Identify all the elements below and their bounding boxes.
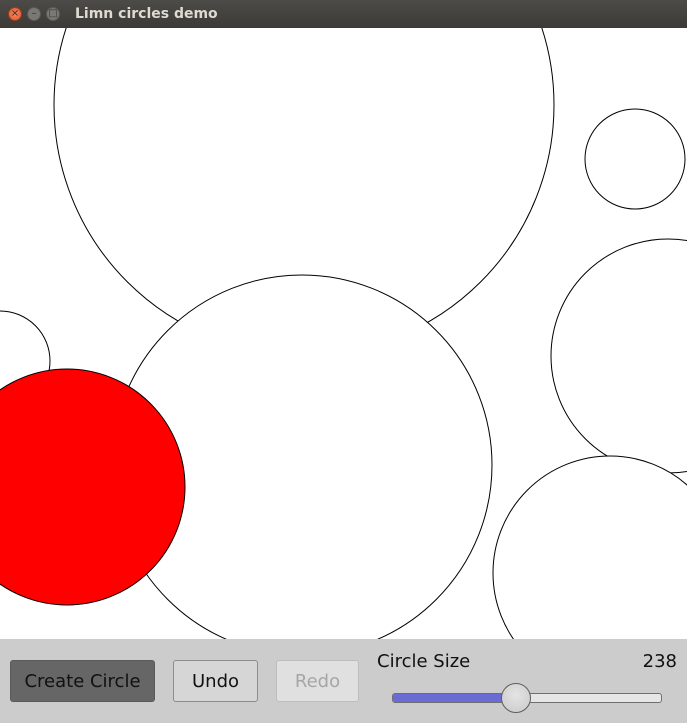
window-title: Limn circles demo — [75, 6, 218, 22]
slider-fill — [393, 694, 518, 702]
close-icon[interactable]: × — [8, 7, 22, 21]
maximize-icon[interactable]: □ — [46, 7, 60, 21]
circle[interactable] — [550, 238, 687, 474]
circle-size-label: Circle Size — [377, 651, 471, 672]
window-buttons: × – □ — [8, 7, 60, 21]
minimize-icon[interactable]: – — [27, 7, 41, 21]
circle[interactable] — [584, 108, 686, 210]
circle-size-value: 238 — [642, 651, 677, 672]
redo-button: Redo — [276, 660, 359, 702]
app-window: × – □ Limn circles demo Create Circle Un… — [0, 0, 687, 723]
drawing-canvas[interactable] — [0, 28, 687, 639]
control-panel: Create Circle Undo Redo Circle Size 238 — [0, 639, 687, 723]
slider-thumb[interactable] — [501, 683, 532, 713]
undo-button[interactable]: Undo — [173, 660, 258, 702]
circle[interactable] — [492, 455, 687, 639]
circles-svg[interactable] — [0, 28, 687, 639]
create-circle-button[interactable]: Create Circle — [10, 660, 155, 702]
circle-size-slider[interactable] — [392, 683, 662, 713]
title-bar: × – □ Limn circles demo — [0, 0, 687, 28]
